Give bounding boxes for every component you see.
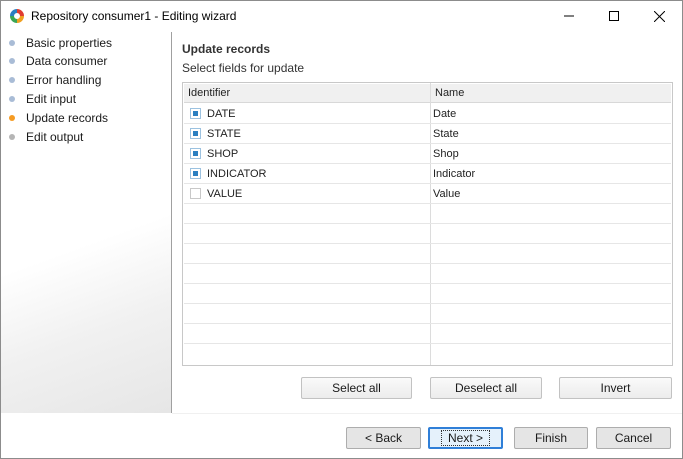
step-edit-input[interactable]: Edit input xyxy=(9,91,76,107)
page-title: Update records xyxy=(182,42,271,56)
step-label: Edit output xyxy=(26,130,84,144)
wizard-steps-sidebar: Basic properties Data consumer Error han… xyxy=(1,31,171,413)
column-header-name[interactable]: Name xyxy=(431,84,671,103)
title-bar: Repository consumer1 - Editing wizard xyxy=(1,1,682,31)
fields-grid: Identifier Name DATE Date STATE State SH… xyxy=(182,82,673,366)
minimize-icon xyxy=(564,15,574,17)
cell-identifier: STATE xyxy=(207,128,241,140)
step-label: Basic properties xyxy=(26,36,113,50)
cell-name: Shop xyxy=(433,148,459,160)
back-button[interactable]: < Back xyxy=(346,427,421,449)
empty-row xyxy=(184,324,671,344)
app-logo-icon xyxy=(9,8,25,24)
row-checkbox[interactable] xyxy=(190,128,201,139)
deselect-all-button[interactable]: Deselect all xyxy=(430,377,542,399)
step-status-dot-icon xyxy=(9,115,15,121)
cell-name: Date xyxy=(433,108,457,120)
cell-name: State xyxy=(433,128,459,140)
step-status-dot-icon xyxy=(9,77,15,83)
step-basic-properties[interactable]: Basic properties xyxy=(9,35,112,51)
wizard-window: Repository consumer1 - Editing wizard Ba… xyxy=(0,0,683,459)
cell-identifier: VALUE xyxy=(207,188,243,200)
next-button-label: Next > xyxy=(440,430,490,446)
select-all-button[interactable]: Select all xyxy=(301,377,412,399)
minimize-button[interactable] xyxy=(546,1,592,31)
row-checkbox[interactable] xyxy=(190,168,201,179)
step-status-dot-icon xyxy=(9,96,15,102)
cell-identifier: DATE xyxy=(207,108,236,120)
empty-row xyxy=(184,244,671,264)
cancel-button[interactable]: Cancel xyxy=(596,427,671,449)
table-row[interactable]: STATE State xyxy=(184,124,671,144)
empty-row xyxy=(184,204,671,224)
step-status-dot-icon xyxy=(9,58,15,64)
table-row[interactable]: VALUE Value xyxy=(184,184,671,204)
cell-identifier: SHOP xyxy=(207,148,239,160)
row-checkbox[interactable] xyxy=(190,188,201,199)
empty-row xyxy=(184,284,671,304)
column-header-identifier[interactable]: Identifier xyxy=(184,84,430,103)
row-checkbox[interactable] xyxy=(190,148,201,159)
empty-row xyxy=(184,264,671,284)
step-data-consumer[interactable]: Data consumer xyxy=(9,53,107,69)
cell-name: Value xyxy=(433,188,461,200)
step-label: Edit input xyxy=(26,92,77,106)
window-title: Repository consumer1 - Editing wizard xyxy=(31,9,237,23)
table-row[interactable]: DATE Date xyxy=(184,104,671,124)
table-row[interactable]: SHOP Shop xyxy=(184,144,671,164)
cell-identifier: INDICATOR xyxy=(207,168,267,180)
step-error-handling[interactable]: Error handling xyxy=(9,72,101,88)
empty-row xyxy=(184,224,671,244)
finish-button[interactable]: Finish xyxy=(514,427,588,449)
step-status-dot-icon xyxy=(9,40,15,46)
row-checkbox[interactable] xyxy=(190,108,201,119)
step-label: Error handling xyxy=(26,73,102,87)
close-icon xyxy=(653,10,665,22)
sidebar-divider xyxy=(171,32,172,413)
maximize-icon xyxy=(609,11,619,21)
step-edit-output[interactable]: Edit output xyxy=(9,129,83,145)
footer-divider xyxy=(172,413,682,414)
next-button[interactable]: Next > xyxy=(428,427,503,449)
close-button[interactable] xyxy=(636,1,682,31)
invert-button[interactable]: Invert xyxy=(559,377,672,399)
step-label: Data consumer xyxy=(26,54,108,68)
cell-name: Indicator xyxy=(433,168,476,180)
step-label: Update records xyxy=(26,111,109,125)
page-subtitle: Select fields for update xyxy=(182,61,305,75)
step-status-dot-icon xyxy=(9,134,15,140)
maximize-button[interactable] xyxy=(591,1,637,31)
table-row[interactable]: INDICATOR Indicator xyxy=(184,164,671,184)
step-update-records[interactable]: Update records xyxy=(9,110,108,126)
empty-row xyxy=(184,304,671,324)
grid-header: Identifier Name xyxy=(184,84,671,103)
